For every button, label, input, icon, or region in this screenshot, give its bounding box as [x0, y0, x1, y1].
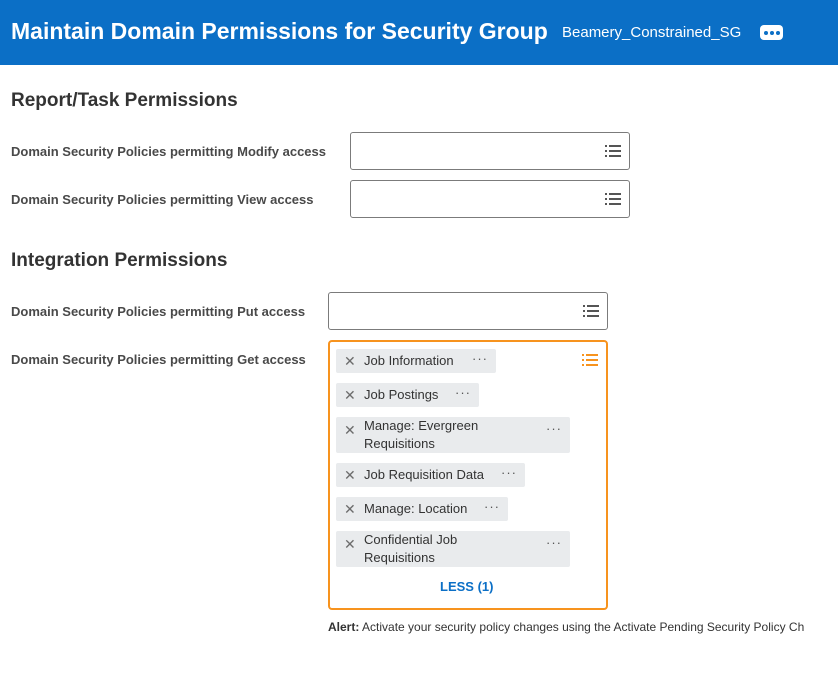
- view-access-label: Domain Security Policies permitting View…: [11, 192, 314, 207]
- pill-label: Confidential Job Requisitions: [364, 532, 458, 565]
- put-access-label: Domain Security Policies permitting Put …: [11, 304, 306, 319]
- selected-item-pill[interactable]: ✕ Manage: Evergreen Requisitions ···: [336, 417, 570, 453]
- pill-label: Manage: Location: [364, 501, 468, 516]
- more-horizontal-icon: [763, 30, 768, 35]
- less-link[interactable]: LESS (1): [440, 579, 493, 594]
- list-icon[interactable]: [582, 354, 598, 366]
- alert-text: Activate your security policy changes us…: [362, 620, 805, 634]
- pill-label: Job Information: [364, 353, 454, 368]
- selected-item-pill[interactable]: ✕ Job Postings ···: [336, 383, 479, 407]
- list-icon[interactable]: [605, 193, 621, 205]
- close-icon[interactable]: ✕: [344, 388, 356, 402]
- modify-access-label: Domain Security Policies permitting Modi…: [11, 144, 326, 159]
- close-icon[interactable]: ✕: [344, 468, 356, 482]
- security-group-name[interactable]: Beamery_Constrained_SG: [562, 24, 741, 41]
- more-horizontal-icon[interactable]: ···: [546, 422, 562, 435]
- close-icon[interactable]: ✕: [344, 502, 356, 516]
- alert-message: Alert: Activate your security policy cha…: [328, 620, 804, 634]
- selected-item-pill[interactable]: ✕ Manage: Location ···: [336, 497, 508, 521]
- view-access-input[interactable]: [350, 180, 630, 218]
- list-icon[interactable]: [605, 145, 621, 157]
- close-icon[interactable]: ✕: [344, 537, 356, 551]
- put-access-input[interactable]: [328, 292, 608, 330]
- more-horizontal-icon[interactable]: ···: [484, 500, 500, 513]
- pill-label: Job Requisition Data: [364, 467, 484, 482]
- close-icon[interactable]: ✕: [344, 354, 356, 368]
- page-title: Maintain Domain Permissions for Security…: [11, 18, 548, 44]
- more-horizontal-icon[interactable]: ···: [546, 536, 562, 549]
- close-icon[interactable]: ✕: [344, 423, 356, 437]
- modify-access-input[interactable]: [350, 132, 630, 170]
- related-actions-button[interactable]: [760, 25, 783, 40]
- selected-item-pill[interactable]: ✕ Confidential Job Requisitions ···: [336, 531, 570, 567]
- more-horizontal-icon[interactable]: ···: [472, 352, 488, 365]
- pill-label: Manage: Evergreen Requisitions: [364, 418, 479, 451]
- get-access-label: Domain Security Policies permitting Get …: [11, 352, 306, 367]
- more-horizontal-icon[interactable]: ···: [501, 466, 517, 479]
- more-horizontal-icon[interactable]: ···: [455, 386, 471, 399]
- selected-item-pill[interactable]: ✕ Job Requisition Data ···: [336, 463, 525, 487]
- alert-label: Alert:: [328, 620, 360, 634]
- page-header: Maintain Domain Permissions for Security…: [0, 0, 838, 65]
- pill-label: Job Postings: [364, 387, 439, 402]
- integration-section-title: Integration Permissions: [11, 250, 228, 271]
- selected-item-pill[interactable]: ✕ Job Information ···: [336, 349, 496, 373]
- list-icon[interactable]: [583, 305, 599, 317]
- report-task-section-title: Report/Task Permissions: [11, 90, 238, 111]
